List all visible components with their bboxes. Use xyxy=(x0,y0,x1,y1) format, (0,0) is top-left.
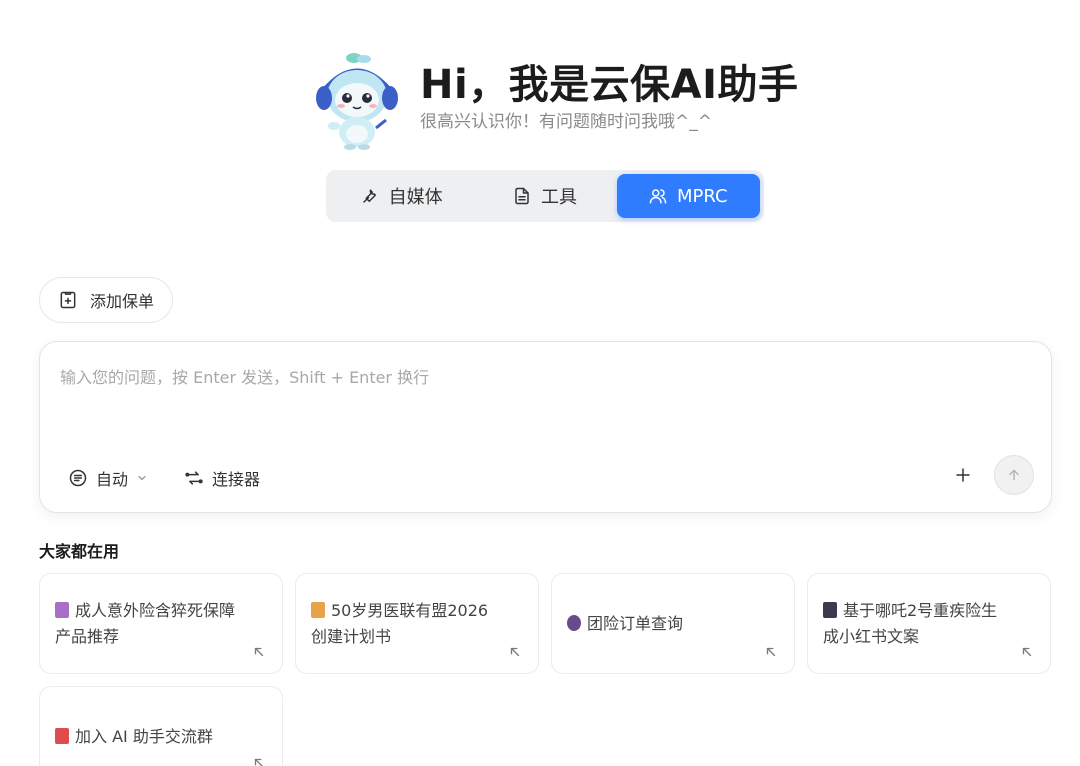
mode-label: 自动 xyxy=(96,470,129,489)
page-subtitle: 很高兴认识你！有问题随时问我哦^_^ xyxy=(420,112,712,132)
arrow-up-left-icon xyxy=(1022,647,1032,657)
connector-button[interactable]: 连接器 xyxy=(184,466,260,490)
wrench-icon xyxy=(362,189,376,203)
popular-section-title: 大家都在用 xyxy=(39,542,120,561)
tab-label: 工具 xyxy=(540,187,577,208)
phone-emoji-icon xyxy=(823,601,837,618)
tab-tools[interactable]: 工具 xyxy=(473,174,616,218)
suggestion-content: 加入 AI 助手交流群 xyxy=(55,687,242,766)
mode-tabs: 自媒体 工具 MPRC xyxy=(326,170,764,222)
send-button[interactable] xyxy=(994,455,1034,495)
tab-self-media[interactable]: 自媒体 xyxy=(330,174,473,218)
hero: Hi，我是云保AI助手 很高兴认识你！有问题随时问我哦^_^ xyxy=(312,50,799,150)
hero-text: Hi，我是云保AI助手 很高兴认识你！有问题随时问我哦^_^ xyxy=(420,61,799,133)
arrow-up-left-icon xyxy=(254,647,264,657)
suggestion-content: 成人意外险含猝死保障产品推荐 xyxy=(55,574,242,673)
users-icon xyxy=(649,189,667,204)
tab-label: 自媒体 xyxy=(388,187,443,208)
arrow-up-icon xyxy=(1009,469,1019,481)
tab-label: MPRC xyxy=(677,185,728,207)
suggestion-label: 基于哪吒2号重疾险生成小红书文案 xyxy=(823,600,998,646)
composer-toolbar: 自动 连接器 xyxy=(68,466,288,490)
connector-label: 连接器 xyxy=(212,470,261,489)
connector-icon xyxy=(185,471,203,485)
auto-mode-icon xyxy=(69,469,87,487)
suggestion-label: 50岁男医联有盟2026创建计划书 xyxy=(311,600,489,646)
suggestion-card[interactable]: 团险订单查询 xyxy=(551,573,795,674)
suggestion-card[interactable]: 基于哪吒2号重疾险生成小红书文案 xyxy=(807,573,1051,674)
suggestion-content: 50岁男医联有盟2026创建计划书 xyxy=(311,574,498,673)
tab-mprc[interactable]: MPRC xyxy=(616,174,760,218)
question-input[interactable] xyxy=(60,364,1020,434)
chat-composer: 自动 连接器 xyxy=(39,341,1052,513)
attach-button[interactable] xyxy=(950,462,976,488)
suggestion-content: 团险订单查询 xyxy=(567,574,754,673)
page-title: Hi，我是云保AI助手 xyxy=(420,62,799,108)
page: Hi，我是云保AI助手 很高兴认识你！有问题随时问我哦^_^ 自媒体 工具 MP xyxy=(0,0,1080,766)
megaphone-emoji-icon xyxy=(55,728,69,744)
arrow-up-left-icon xyxy=(766,647,776,657)
add-policy-label: 添加保单 xyxy=(90,292,155,311)
clipboard-add-icon xyxy=(60,291,76,309)
floppy-emoji-icon xyxy=(55,601,69,618)
suggestion-card[interactable]: 50岁男医联有盟2026创建计划书 xyxy=(295,573,539,674)
mascot-avatar xyxy=(312,50,402,150)
add-policy-button[interactable]: 添加保单 xyxy=(39,277,174,323)
mode-select[interactable]: 自动 xyxy=(68,466,156,490)
document-icon xyxy=(515,187,529,205)
arrow-up-left-icon xyxy=(254,758,263,766)
suggestion-card[interactable]: 加入 AI 助手交流群 xyxy=(39,686,283,766)
people-emoji-icon xyxy=(567,614,581,631)
suggestion-label: 团险订单查询 xyxy=(587,613,684,633)
suggestion-card[interactable]: 成人意外险含猝死保障产品推荐 xyxy=(39,573,283,674)
arrow-up-left-icon xyxy=(510,647,520,657)
suggestion-content: 基于哪吒2号重疾险生成小红书文案 xyxy=(823,574,1010,673)
plus-icon xyxy=(956,468,970,482)
chevron-down-icon xyxy=(138,475,146,481)
suggestion-label: 加入 AI 助手交流群 xyxy=(75,727,213,746)
clipboard-emoji-icon xyxy=(311,601,325,618)
suggestion-label: 成人意外险含猝死保障产品推荐 xyxy=(55,600,236,646)
